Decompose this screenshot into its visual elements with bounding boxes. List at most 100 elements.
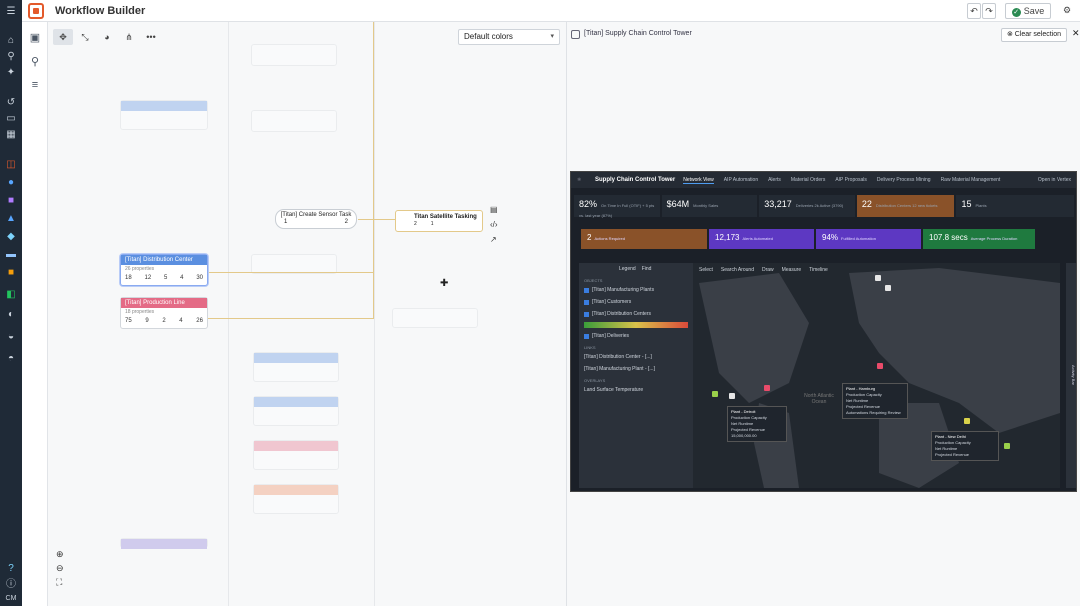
pan-tool-icon[interactable]: ✥ [53,29,73,45]
faded-node[interactable] [253,440,339,470]
avatar[interactable]: CM [3,592,19,606]
tab-material-orders[interactable]: Material Orders [791,177,825,183]
color-mode-dropdown[interactable]: Default colors ▾ [458,29,560,45]
document-icon[interactable]: ▤ [490,202,498,217]
ocean-label: North Atlantic Ocean [804,393,834,405]
fit-view-icon[interactable]: ⛶ [56,575,64,589]
legend-item[interactable]: [Titan] Manufacturing Plants [579,284,693,296]
faded-node[interactable] [253,352,339,382]
history-icon[interactable]: ↺ [3,96,19,110]
canvas-tools: ✥ ⤡ ◕ ⋔ ••• [53,29,161,45]
grid-icon[interactable]: ▦ [3,128,19,142]
menu-icon[interactable]: ☰ [3,5,19,19]
open-in-vertex-link[interactable]: Open in Vertex [1038,177,1071,183]
app-icon-2[interactable]: ■ [3,194,19,208]
legend-item[interactable]: [Titan] Deliveries [579,330,693,342]
layout-tool-icon[interactable]: ◕ [97,29,117,45]
code-icon[interactable]: ‹/› [490,217,498,232]
node-satellite-tasking[interactable]: Titan Satellite Tasking 2 1 [395,210,483,232]
cursor-icon: ✚ [440,278,449,289]
plant-marker[interactable] [875,275,881,281]
select-tool[interactable]: Select [699,267,713,273]
faded-node[interactable] [251,110,337,132]
search-around-tool[interactable]: Search Around [721,267,754,273]
faded-node[interactable] [120,100,208,130]
legend-link[interactable]: [Titan] Distribution Center - [...] [579,351,693,363]
tab-raw-material[interactable]: Raw Material Management [941,177,1001,183]
app-icon-3[interactable]: ▲ [3,212,19,226]
plant-marker[interactable] [964,418,970,424]
undo-button[interactable]: ↶ [967,3,981,19]
app-icon-6[interactable]: ■ [3,266,19,280]
legend-item[interactable]: [Titan] Customers [579,296,693,308]
app-icon-10[interactable]: ◓ [3,352,19,366]
find-tab[interactable]: Find [642,266,652,272]
save-as-button[interactable]: ✓Save as... [1005,3,1051,30]
redo-button[interactable]: ↷ [982,3,996,19]
list-icon[interactable]: ≡ [27,77,43,93]
tab-aip-proposals[interactable]: AIP Proposals [835,177,867,183]
search-icon[interactable]: ⚲ [3,50,19,64]
tab-alerts[interactable]: Alerts [768,177,781,183]
search-icon[interactable]: ⚲ [27,54,43,70]
app-icon-7[interactable]: ◧ [3,288,19,302]
branch-tool-icon[interactable]: ⋔ [119,29,139,45]
network-map[interactable]: Legend Find OBJECTS [Titan] Manufacturin… [579,263,1060,488]
open-link-icon[interactable]: ↗ [490,232,498,247]
draw-tool[interactable]: Draw [762,267,774,273]
app-icon-1[interactable]: ● [3,176,19,190]
check-icon: ✓ [1011,8,1021,17]
faded-node[interactable] [251,254,337,274]
info-icon[interactable]: ⓘ [3,578,19,592]
faded-node[interactable] [253,484,339,514]
tab-delivery-process-mining[interactable]: Delivery Process Mining [877,177,931,183]
bell-icon[interactable]: ✦ [3,66,19,80]
workflow-canvas[interactable]: ✥ ⤡ ◕ ⋔ ••• Default colors ▾ [Titan] Dist… [48,22,567,606]
plant-marker[interactable] [712,391,718,397]
timeline-tool[interactable]: Timeline [809,267,828,273]
settings-gear-icon[interactable]: ⚙ [1060,3,1074,19]
plant-popup-detroit[interactable]: Plant - Detroit Production Capacity Net … [727,406,787,442]
zoom-out-icon[interactable]: ⊖ [56,561,64,575]
faded-node[interactable] [392,308,478,328]
legend-tab[interactable]: Legend [619,266,636,272]
plant-marker[interactable] [885,285,891,291]
legend-item[interactable]: [Titan] Distribution Centers [579,308,693,320]
help-icon[interactable]: ? [3,562,19,576]
plant-popup-hamburg[interactable]: Plant - Hamburg Production Capacity Net … [842,383,908,419]
app-icon-5[interactable]: ▬ [3,248,19,262]
plant-marker[interactable] [877,363,883,369]
faded-node[interactable] [251,44,337,66]
app-rail: ☰ ⌂ ⚲ ✦ ↺ ▭ ▦ ◫ ● ■ ▲ ◆ ▬ ■ ◧ ◐ ◒ ◓ ? ⓘ … [0,0,22,606]
home-icon[interactable]: ⌂ [3,34,19,48]
panel-icon[interactable]: ▣ [27,30,43,46]
folder-icon[interactable]: ▭ [3,112,19,126]
measure-tool[interactable]: Measure [782,267,801,273]
faded-node[interactable] [253,396,339,426]
node-production-line[interactable]: [Titan] Production Line 18 properties 75… [120,297,208,329]
legend-link[interactable]: [Titan] Manufacturing Plant - [...] [579,363,693,375]
node-actions: ▤ ‹/› ↗ [490,202,498,247]
workflow-icon[interactable]: ◫ [3,158,19,172]
tab-network-view[interactable]: Network View [683,177,714,184]
legend-overlay[interactable]: Land Surface Temperature [579,384,693,396]
node-create-sensor-task[interactable]: [Titan] Create Sensor Task 1 2 [275,209,357,229]
faded-node[interactable] [120,538,208,549]
workflow-builder-logo-icon [28,3,44,19]
close-icon[interactable]: ✕ [1072,28,1080,39]
node-distribution-center[interactable]: [Titan] Distribution Center 26 propertie… [120,254,208,286]
chevron-down-icon: ▾ [550,33,554,40]
connect-tool-icon[interactable]: ⤡ [75,29,95,45]
app-icon-4[interactable]: ◆ [3,230,19,244]
plant-popup-new-delhi[interactable]: Plant - New Delhi Production Capacity Ne… [931,431,999,461]
zoom-in-icon[interactable]: ⊕ [56,547,64,561]
plant-marker[interactable] [1004,443,1010,449]
more-tool-icon[interactable]: ••• [141,29,161,45]
app-icon-8[interactable]: ◐ [3,308,19,322]
activity-sidestrip[interactable]: Activity Bar [1066,263,1076,488]
tab-aip-automation[interactable]: AIP Automation [724,177,758,183]
plant-marker[interactable] [764,385,770,391]
plant-marker[interactable] [729,393,735,399]
app-icon-9[interactable]: ◒ [3,330,19,344]
clear-selection-button[interactable]: ⊗ Clear selection [1001,28,1067,42]
